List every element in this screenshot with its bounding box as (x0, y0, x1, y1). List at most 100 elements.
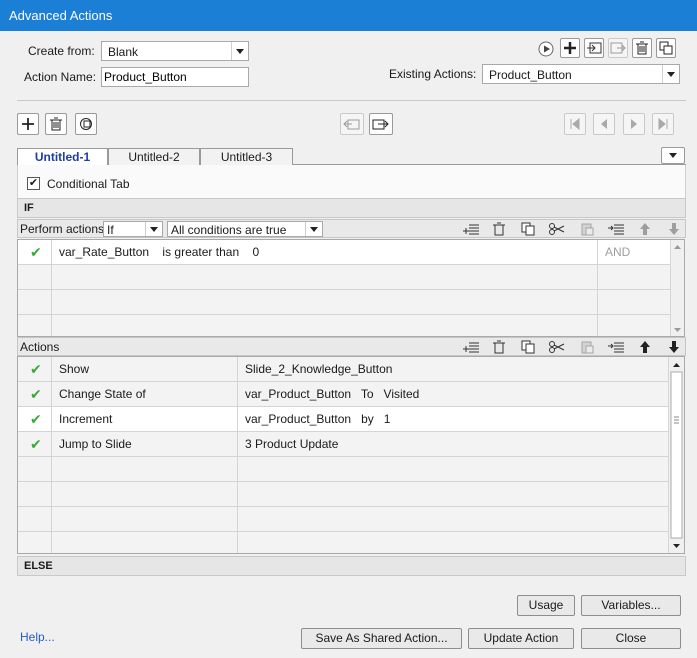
table-row[interactable] (18, 265, 671, 290)
table-row[interactable] (18, 315, 671, 336)
save-shared-action-button[interactable]: Save As Shared Action... (301, 628, 462, 649)
first-tab-icon[interactable] (564, 113, 586, 135)
action-check-icon: ✔ (18, 407, 52, 432)
perform-actions-value: If (107, 223, 114, 237)
paste-condition-icon[interactable] (578, 220, 596, 238)
create-from-dropdown[interactable]: Blank (101, 41, 249, 61)
export-action-icon[interactable] (608, 38, 628, 58)
update-action-button[interactable]: Update Action (468, 628, 574, 649)
chevron-down-icon (305, 222, 322, 236)
tab-untitled-3[interactable]: Untitled-3 (200, 148, 293, 165)
if-label: IF (24, 202, 34, 214)
action-check-icon: ✔ (18, 357, 52, 382)
else-section-header[interactable]: ELSE (17, 556, 686, 576)
action-name-field[interactable] (101, 67, 249, 87)
cut-condition-icon[interactable] (548, 220, 566, 238)
add-action-icon[interactable] (560, 38, 580, 58)
divider (17, 100, 686, 101)
action-type[interactable]: Jump to Slide (52, 432, 238, 457)
next-tab-icon[interactable] (623, 113, 645, 135)
move-row-up-icon[interactable] (636, 338, 654, 356)
table-row[interactable] (18, 507, 669, 532)
tab-untitled-2[interactable]: Untitled-2 (108, 148, 200, 165)
condition-value: 0 (252, 245, 260, 259)
action-check-icon: ✔ (18, 382, 52, 407)
action-name-label: Action Name: (24, 70, 97, 84)
tabs-menu-dropdown[interactable] (661, 147, 685, 164)
close-button[interactable]: Close (581, 628, 681, 649)
table-row[interactable]: ✔ Increment var_Product_Button by 1 (18, 407, 669, 432)
chevron-down-icon (669, 153, 677, 158)
import-action-icon[interactable] (584, 38, 604, 58)
delete-row-icon[interactable] (490, 338, 508, 356)
move-down-icon[interactable] (665, 220, 683, 238)
table-row[interactable] (18, 482, 669, 507)
actions-grid: ✔ Show Slide_2_Knowledge_Button ✔ Change… (17, 356, 685, 554)
conditions-scrollbar[interactable] (670, 240, 684, 336)
cut-row-icon[interactable] (548, 338, 566, 356)
previous-tab-icon[interactable] (593, 113, 615, 135)
condition-logic[interactable]: AND (598, 240, 671, 265)
insert-below-icon[interactable] (607, 220, 625, 238)
insert-action-icon[interactable] (462, 338, 480, 356)
table-row[interactable]: ✔ Show Slide_2_Knowledge_Button (18, 357, 669, 382)
if-section-header: IF (17, 198, 686, 218)
actions-label: Actions (20, 340, 60, 354)
table-row[interactable]: ✔ Change State of var_Product_Button To … (18, 382, 669, 407)
table-row[interactable] (18, 290, 671, 315)
move-up-icon[interactable] (636, 220, 654, 238)
conditions-grid: ✔ var_Rate_Button is greater than 0 AND (17, 239, 685, 337)
variables-button[interactable]: Variables... (581, 595, 681, 616)
conditions-value: All conditions are true (171, 223, 287, 237)
delete-action-icon[interactable] (632, 38, 652, 58)
condition-variable: var_Rate_Button (59, 245, 150, 259)
chevron-down-icon (231, 42, 248, 60)
perform-actions-label: Perform actions: (20, 222, 108, 236)
tab-untitled-1[interactable]: Untitled-1 (17, 148, 108, 165)
insert-condition-icon[interactable] (462, 220, 480, 238)
existing-actions-label: Existing Actions: (389, 67, 477, 81)
move-tab-left-icon[interactable] (340, 113, 364, 135)
action-type[interactable]: Change State of (52, 382, 238, 407)
action-target[interactable]: var_Product_Button by 1 (238, 407, 669, 432)
table-row[interactable] (18, 532, 669, 553)
table-row[interactable]: ✔ Jump to Slide 3 Product Update (18, 432, 669, 457)
conditions-dropdown[interactable]: All conditions are true (167, 221, 323, 237)
table-row[interactable]: ✔ var_Rate_Button is greater than 0 AND (18, 240, 671, 265)
window-title: Advanced Actions (9, 8, 113, 23)
delete-tab-icon[interactable] (45, 113, 67, 135)
actions-scrollbar[interactable] (668, 357, 684, 553)
title-bar: Advanced Actions (0, 0, 697, 31)
create-from-label: Create from: (28, 44, 95, 58)
perform-actions-dropdown[interactable]: If (103, 221, 163, 237)
insert-row-below-icon[interactable] (607, 338, 625, 356)
duplicate-action-icon[interactable] (656, 38, 676, 58)
copy-condition-icon[interactable] (519, 220, 537, 238)
condition-check-icon: ✔ (18, 240, 52, 265)
move-tab-right-icon[interactable] (369, 113, 393, 135)
conditional-tab-label: Conditional Tab (47, 177, 130, 191)
action-target[interactable]: Slide_2_Knowledge_Button (238, 357, 669, 382)
copy-tab-icon[interactable] (75, 113, 97, 135)
move-row-down-icon[interactable] (665, 338, 683, 356)
action-target[interactable]: 3 Product Update (238, 432, 669, 457)
table-row[interactable] (18, 457, 669, 482)
conditional-tab-checkbox[interactable]: ✔ (27, 177, 40, 190)
delete-condition-icon[interactable] (490, 220, 508, 238)
add-tab-icon[interactable] (17, 113, 39, 135)
action-target[interactable]: var_Product_Button To Visited (238, 382, 669, 407)
condition-expression[interactable]: var_Rate_Button is greater than 0 (52, 240, 598, 265)
help-link[interactable]: Help... (20, 630, 55, 644)
usage-button[interactable]: Usage (517, 595, 575, 616)
action-type[interactable]: Increment (52, 407, 238, 432)
copy-row-icon[interactable] (519, 338, 537, 356)
actions-toolbar: Actions (17, 337, 686, 356)
last-tab-icon[interactable] (652, 113, 674, 135)
chevron-down-icon (662, 65, 679, 83)
preview-play-icon[interactable] (537, 40, 555, 58)
existing-actions-value: Product_Button (489, 68, 572, 82)
paste-row-icon[interactable] (578, 338, 596, 356)
action-type[interactable]: Show (52, 357, 238, 382)
create-from-value: Blank (108, 45, 139, 59)
existing-actions-dropdown[interactable]: Product_Button (482, 64, 680, 84)
